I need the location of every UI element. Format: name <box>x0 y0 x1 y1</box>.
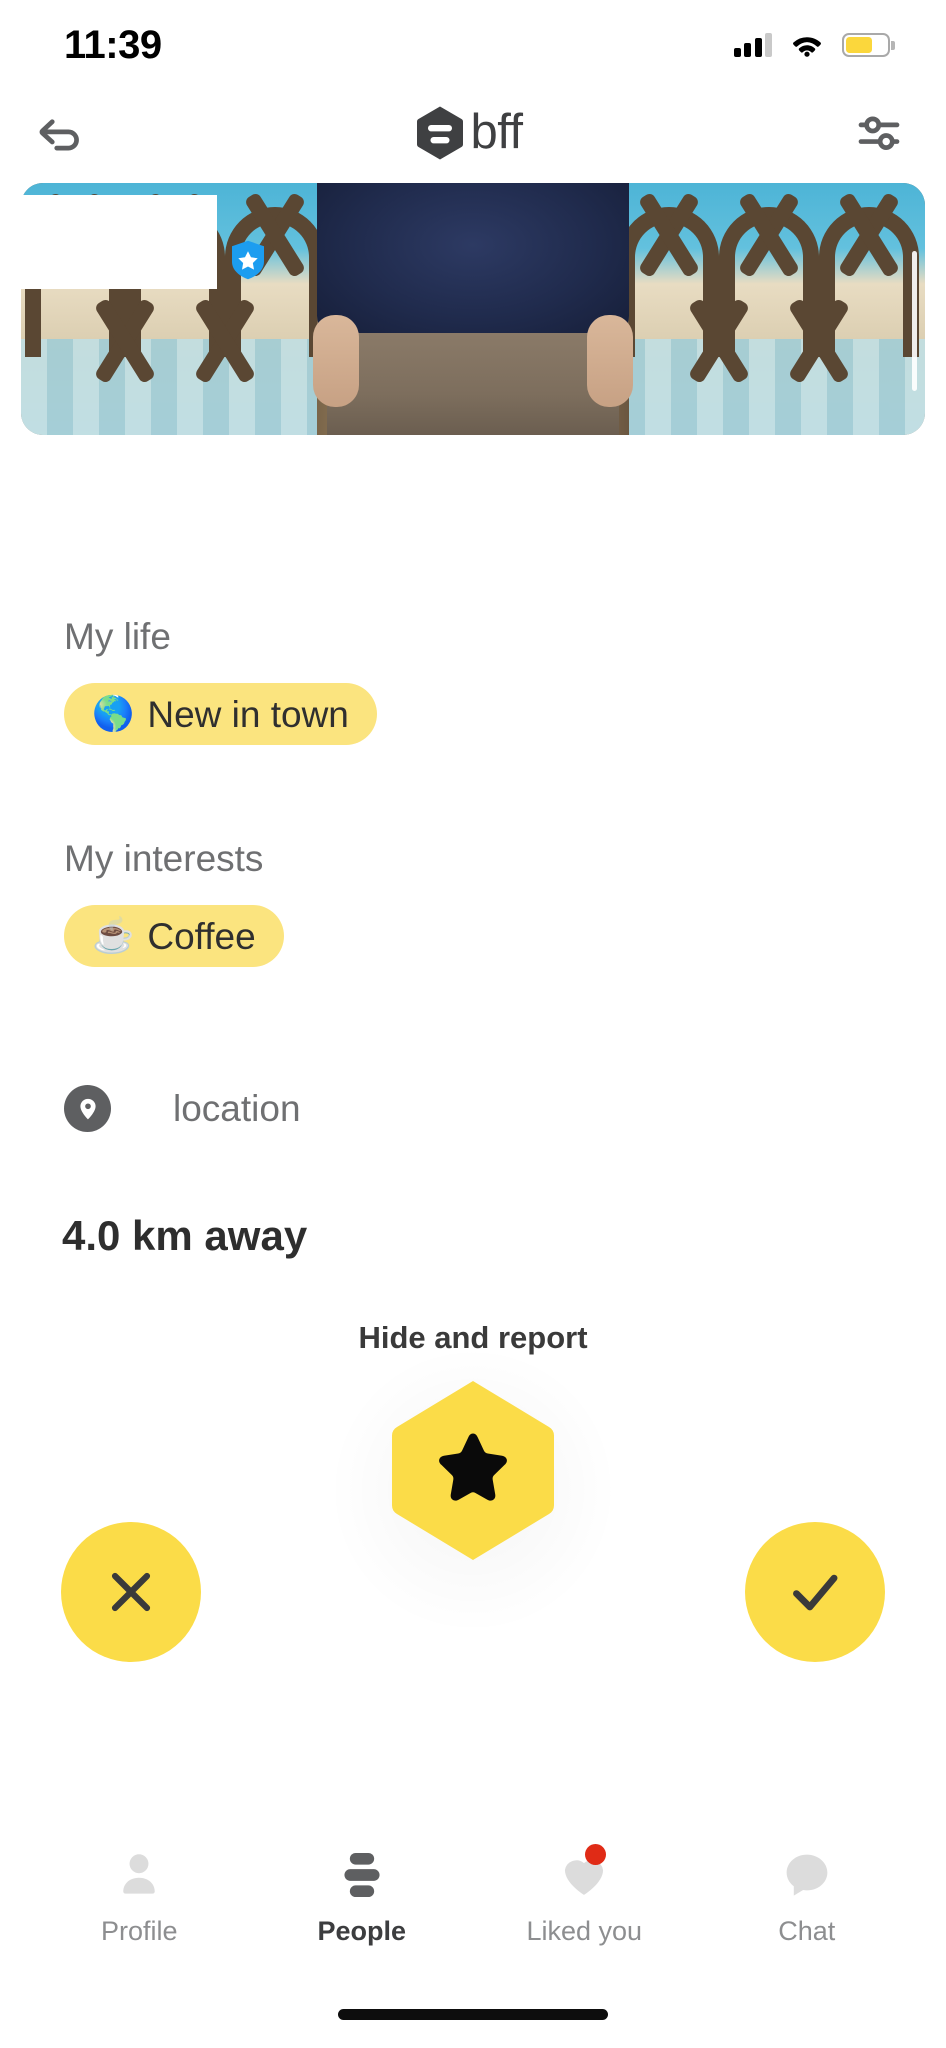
photo-scroll-indicator[interactable] <box>912 251 917 391</box>
verified-shield-star-icon <box>232 240 264 280</box>
status-bar: 11:39 <box>0 0 946 90</box>
battery-low-power-icon <box>842 33 895 57</box>
home-indicator[interactable] <box>338 2009 608 2020</box>
tab-people[interactable]: People <box>277 1844 447 1945</box>
photo-subject <box>313 183 633 435</box>
back-arrow-icon[interactable] <box>30 104 88 162</box>
stacked-bars-icon <box>334 1844 390 1906</box>
distance-text: 4.0 km away <box>62 1212 308 1259</box>
tag-coffee[interactable]: ☕ Coffee <box>64 905 284 967</box>
name-redaction-overlay <box>21 195 217 289</box>
superswipe-hexagon <box>392 1381 554 1560</box>
tab-label: People <box>317 1916 407 1946</box>
speech-bubble-icon <box>780 1844 834 1906</box>
hide-and-report-button[interactable]: Hide and report <box>0 1320 946 1356</box>
checkmark-icon <box>793 1574 838 1611</box>
tab-label: Profile <box>100 1916 178 1946</box>
app-title: bff <box>470 105 523 159</box>
superswipe-button[interactable] <box>389 1379 557 1562</box>
app-header: bff <box>0 90 946 175</box>
globe-icon: 🌎 <box>92 695 135 733</box>
tab-chat[interactable]: Chat <box>722 1844 892 1945</box>
tab-liked-you[interactable]: Liked you <box>499 1844 669 1945</box>
dislike-button[interactable] <box>61 1522 201 1662</box>
filter-settings-icon[interactable] <box>850 104 908 162</box>
close-x-icon <box>111 1572 151 1612</box>
status-bar-indicators <box>733 33 895 57</box>
tab-profile[interactable]: Profile <box>54 1844 224 1945</box>
person-icon <box>112 1844 166 1906</box>
bottom-tab-bar: Profile People Liked you Chat <box>0 1844 946 1974</box>
app-title-logo: bff <box>415 105 523 161</box>
app-screen: 11:39 bff My life 🌎 New in town My inter… <box>0 0 946 2048</box>
tag-label: Coffee <box>147 915 256 957</box>
heart-icon <box>556 1844 612 1906</box>
action-bar <box>0 1330 946 1800</box>
location-label: location <box>173 1088 301 1129</box>
coffee-icon: ☕ <box>92 917 135 955</box>
like-button[interactable] <box>745 1522 885 1662</box>
status-bar-clock: 11:39 <box>64 23 162 67</box>
tab-label: Chat <box>778 1916 836 1946</box>
section-label-my-interests: My interests <box>64 838 264 879</box>
lattice-screen-right <box>615 183 925 435</box>
cellular-signal-icon <box>733 33 772 57</box>
tag-new-in-town[interactable]: 🌎 New in town <box>64 683 377 745</box>
section-label-my-life: My life <box>64 616 171 657</box>
bumble-hexagon-logo-icon <box>417 106 464 159</box>
location-row: location <box>64 1085 301 1132</box>
location-redaction-overlay <box>64 1155 494 1181</box>
tag-label: New in town <box>147 693 349 735</box>
wifi-icon <box>793 37 821 57</box>
tab-label: Liked you <box>526 1916 643 1946</box>
location-pin-icon <box>64 1085 111 1132</box>
